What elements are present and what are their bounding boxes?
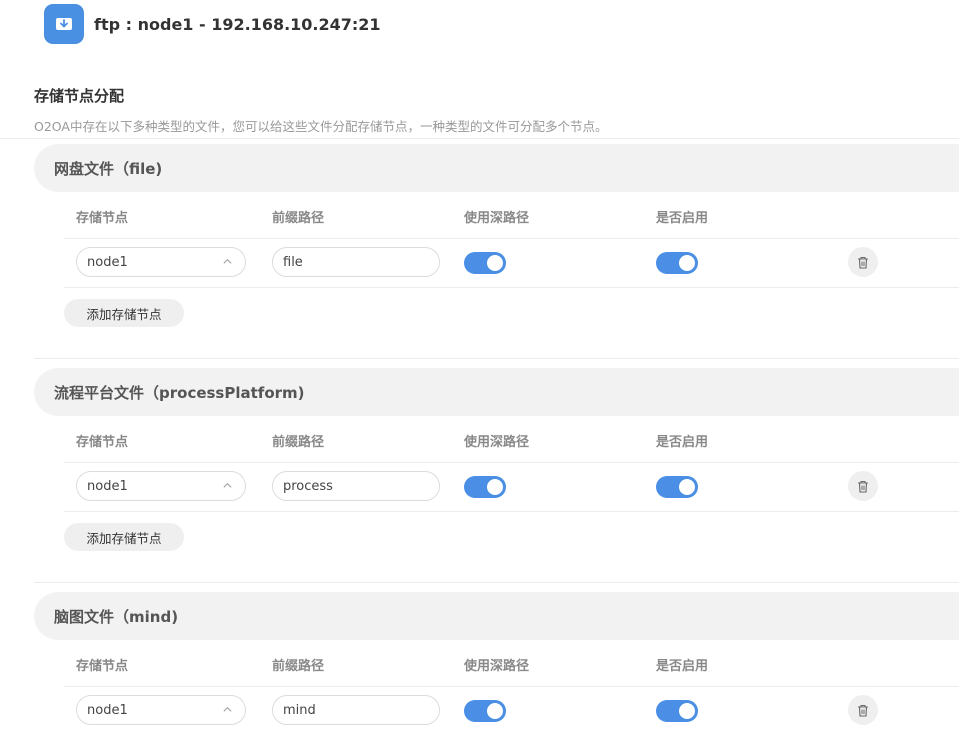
enabled-toggle[interactable] bbox=[656, 700, 698, 722]
column-prefix: 前缀路径 bbox=[272, 659, 325, 674]
column-enabled: 是否启用 bbox=[656, 435, 709, 450]
node-select[interactable]: node1 bbox=[76, 247, 246, 277]
column-enabled: 是否启用 bbox=[656, 659, 709, 674]
storage-group-process-platform: 流程平台文件（processPlatform) 存储节点 前缀路径 使用深路径 … bbox=[34, 368, 959, 551]
table-header: 存储节点 前缀路径 使用深路径 是否启用 bbox=[64, 640, 959, 687]
section-heading: 存储节点分配 bbox=[34, 85, 124, 106]
table-header: 存储节点 前缀路径 使用深路径 是否启用 bbox=[64, 192, 959, 239]
group-title: 流程平台文件（processPlatform) bbox=[34, 368, 959, 416]
trash-icon bbox=[858, 256, 868, 269]
column-prefix: 前缀路径 bbox=[272, 435, 325, 450]
storage-group-file: 网盘文件（file) 存储节点 前缀路径 使用深路径 是否启用 node1 fi… bbox=[34, 144, 959, 327]
group-title: 网盘文件（file) bbox=[34, 144, 959, 192]
node-select[interactable]: node1 bbox=[76, 471, 246, 501]
window-header: ftp : node1 - 192.168.10.247:21 bbox=[44, 4, 381, 44]
chevron-up-icon bbox=[223, 706, 232, 712]
column-deep-path: 使用深路径 bbox=[464, 435, 530, 450]
column-deep-path: 使用深路径 bbox=[464, 211, 530, 226]
storage-table: 存储节点 前缀路径 使用深路径 是否启用 node1 process 添加存储节… bbox=[64, 416, 959, 562]
prefix-input[interactable]: mind bbox=[272, 695, 440, 725]
deep-path-toggle[interactable] bbox=[464, 476, 506, 498]
deep-path-toggle[interactable] bbox=[464, 700, 506, 722]
delete-button[interactable] bbox=[848, 695, 878, 725]
divider bbox=[34, 582, 959, 583]
column-node: 存储节点 bbox=[76, 435, 129, 450]
divider bbox=[34, 358, 959, 359]
trash-icon bbox=[858, 704, 868, 717]
chevron-up-icon bbox=[223, 258, 232, 264]
table-header: 存储节点 前缀路径 使用深路径 是否启用 bbox=[64, 416, 959, 463]
enabled-toggle[interactable] bbox=[656, 252, 698, 274]
section-title: 存储节点分配 bbox=[34, 87, 125, 105]
enabled-toggle[interactable] bbox=[656, 476, 698, 498]
download-icon bbox=[44, 4, 84, 44]
column-enabled: 是否启用 bbox=[656, 211, 709, 226]
deep-path-toggle[interactable] bbox=[464, 252, 506, 274]
table-row: node1 file bbox=[64, 239, 959, 288]
add-storage-node-button[interactable]: 添加存储节点 bbox=[64, 299, 184, 327]
storage-group-mind: 脑图文件（mind) 存储节点 前缀路径 使用深路径 是否启用 node1 mi… bbox=[34, 592, 959, 725]
group-title: 脑图文件（mind) bbox=[34, 592, 959, 640]
delete-button[interactable] bbox=[848, 247, 878, 277]
node-select-value: node1 bbox=[87, 478, 128, 494]
table-row: node1 process bbox=[64, 463, 959, 512]
node-select-value: node1 bbox=[87, 702, 128, 718]
column-node: 存储节点 bbox=[76, 211, 129, 226]
storage-table: 存储节点 前缀路径 使用深路径 是否启用 node1 file 添加存储节点 bbox=[64, 192, 959, 338]
column-node: 存储节点 bbox=[76, 659, 129, 674]
section-description: O2OA中存在以下多种类型的文件，您可以给这些文件分配存储节点，一种类型的文件可… bbox=[34, 119, 608, 134]
column-deep-path: 使用深路径 bbox=[464, 659, 530, 674]
chevron-up-icon bbox=[223, 482, 232, 488]
storage-table: 存储节点 前缀路径 使用深路径 是否启用 node1 mind bbox=[64, 640, 959, 735]
trash-icon bbox=[858, 480, 868, 493]
prefix-input[interactable]: process bbox=[272, 471, 440, 501]
add-storage-node-button[interactable]: 添加存储节点 bbox=[64, 523, 184, 551]
page-title: ftp : node1 - 192.168.10.247:21 bbox=[94, 14, 381, 34]
delete-button[interactable] bbox=[848, 471, 878, 501]
node-select[interactable]: node1 bbox=[76, 695, 246, 725]
divider bbox=[0, 138, 959, 139]
node-select-value: node1 bbox=[87, 254, 128, 270]
prefix-input[interactable]: file bbox=[272, 247, 440, 277]
column-prefix: 前缀路径 bbox=[272, 211, 325, 226]
